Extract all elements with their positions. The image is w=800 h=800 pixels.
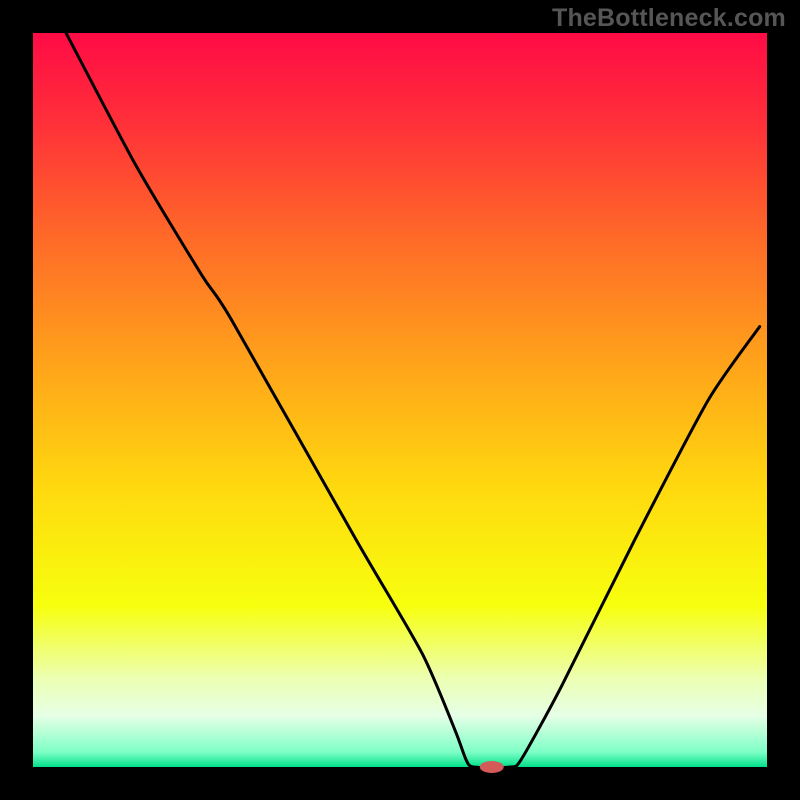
bottleneck-chart [0, 0, 800, 800]
plot-background [33, 33, 767, 767]
optimal-marker [480, 761, 504, 773]
watermark-text: TheBottleneck.com [552, 4, 786, 33]
chart-frame: TheBottleneck.com [0, 0, 800, 800]
